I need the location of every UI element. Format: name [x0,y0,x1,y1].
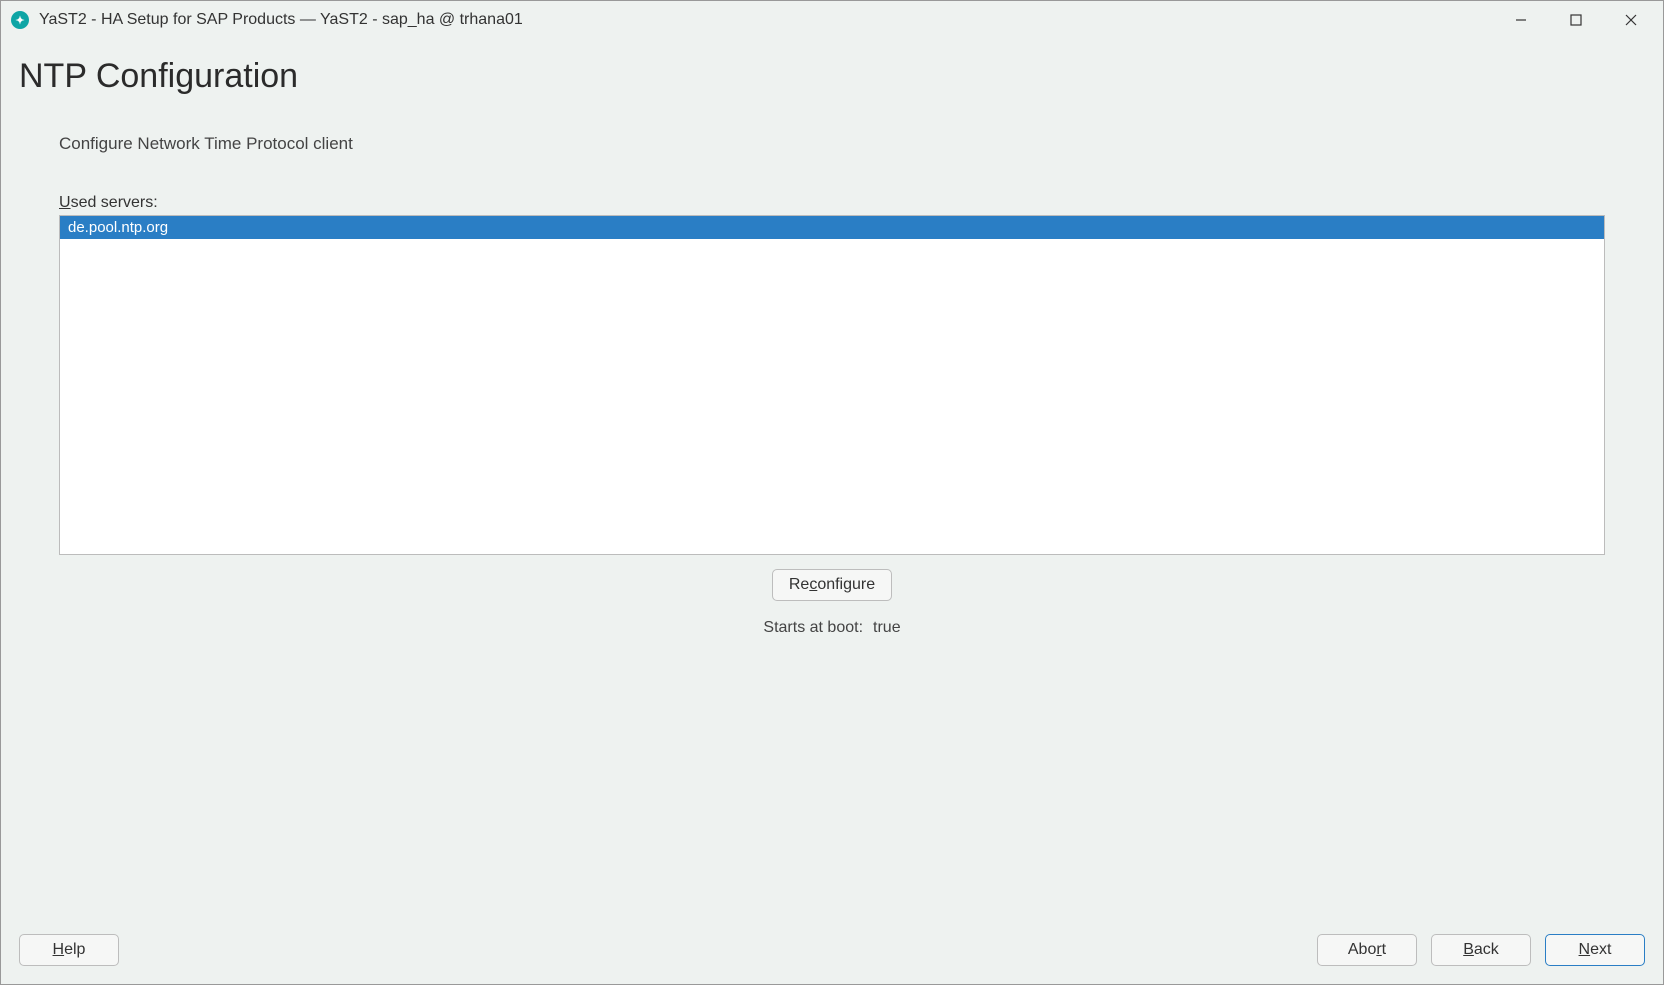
reconfigure-button[interactable]: Reconfigure [772,569,892,601]
titlebar: ✦ YaST2 - HA Setup for SAP Products — Ya… [1,1,1663,39]
content-area: NTP Configuration Configure Network Time… [1,39,1663,924]
starts-at-boot-value: true [873,619,901,637]
page-subtitle: Configure Network Time Protocol client [59,134,1645,154]
footer: Help Abort Back Next [1,924,1663,984]
window-title: YaST2 - HA Setup for SAP Products — YaST… [39,11,523,29]
page-title: NTP Configuration [19,57,1645,96]
starts-at-boot-label: Starts at boot: [763,619,863,637]
next-button[interactable]: Next [1545,934,1645,966]
starts-at-boot-row: Starts at boot: true [19,619,1645,637]
maximize-button[interactable] [1548,2,1603,38]
close-button[interactable] [1603,2,1658,38]
abort-button[interactable]: Abort [1317,934,1417,966]
servers-listbox[interactable]: de.pool.ntp.org [59,215,1605,555]
help-button[interactable]: Help [19,934,119,966]
server-row[interactable]: de.pool.ntp.org [60,216,1604,239]
servers-label: Used servers: [59,194,158,212]
minimize-button[interactable] [1493,2,1548,38]
back-button[interactable]: Back [1431,934,1531,966]
app-icon: ✦ [11,11,29,29]
